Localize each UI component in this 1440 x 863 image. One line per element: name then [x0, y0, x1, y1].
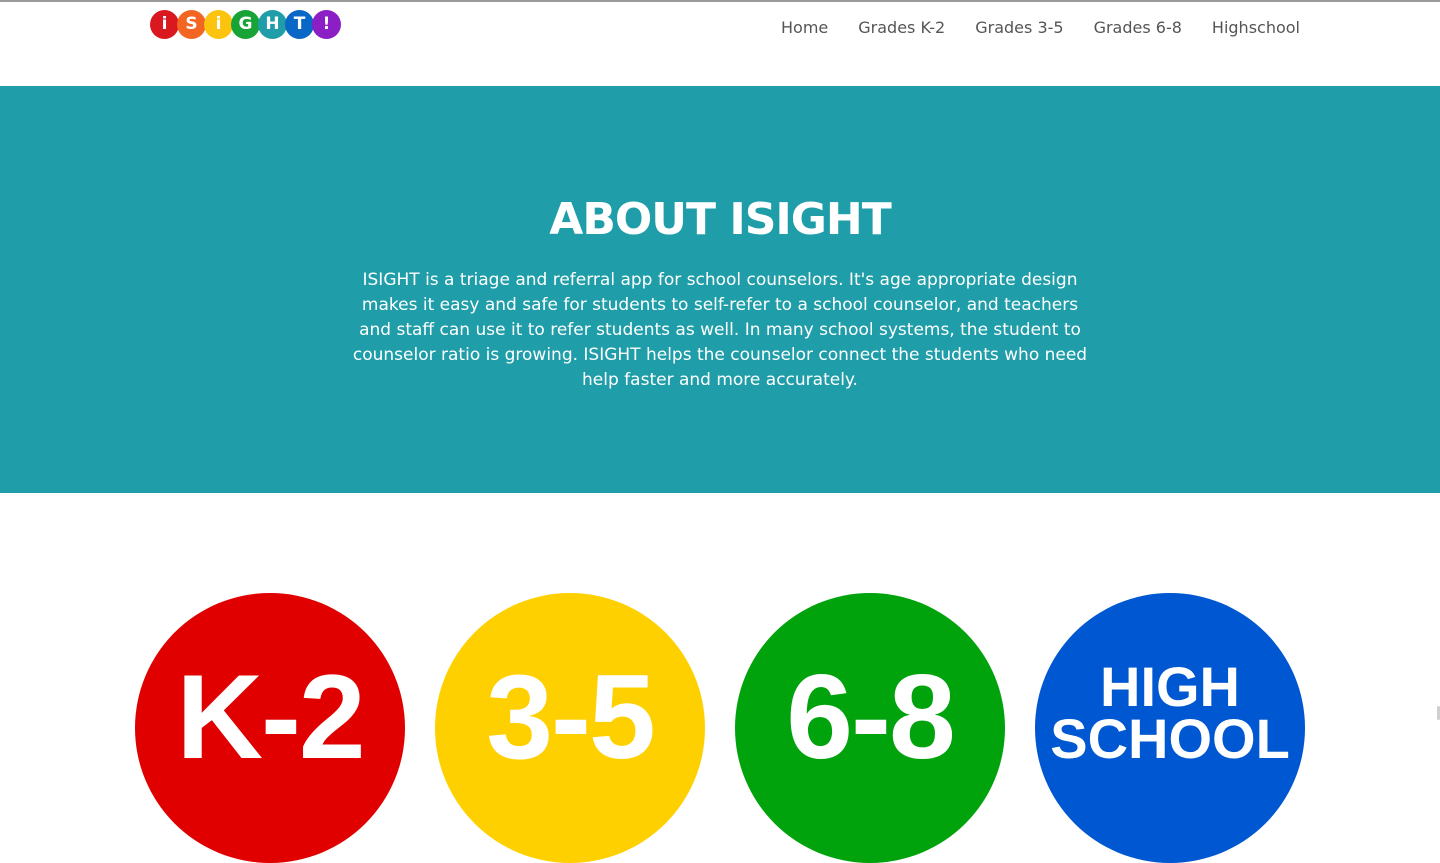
about-hero-section: ABOUT ISIGHT ISIGHT is a triage and refe… [0, 86, 1440, 493]
grade-k-2-label: K-2 [176, 650, 365, 784]
nav-highschool[interactable]: Highschool [1212, 17, 1300, 38]
nav-grades-6-8[interactable]: Grades 6-8 [1094, 17, 1182, 38]
logo-letter: T [285, 10, 314, 39]
logo-letter: S [177, 10, 206, 39]
logo-letter: i [150, 10, 179, 39]
grade-highschool-button[interactable]: HIGH SCHOOL [1035, 593, 1305, 863]
grade-k-2-button[interactable]: K-2 [135, 593, 405, 863]
grade-6-8-button[interactable]: 6-8 [735, 593, 1005, 863]
isight-logo[interactable]: i S i G H T ! [150, 10, 341, 39]
logo-letter: ! [312, 10, 341, 39]
logo-letter: i [204, 10, 233, 39]
about-title: ABOUT ISIGHT [549, 194, 891, 245]
main-nav: Home Grades K-2 Grades 3-5 Grades 6-8 Hi… [781, 17, 1300, 38]
grade-6-8-label: 6-8 [786, 650, 955, 784]
site-header: i S i G H T ! Home Grades K-2 Grades 3-5… [0, 2, 1440, 86]
nav-grades-3-5[interactable]: Grades 3-5 [975, 17, 1063, 38]
grade-3-5-button[interactable]: 3-5 [435, 593, 705, 863]
nav-grades-k-2[interactable]: Grades K-2 [858, 17, 945, 38]
about-description: ISIGHT is a triage and referral app for … [352, 270, 1088, 390]
logo-letter: H [258, 10, 287, 39]
nav-home[interactable]: Home [781, 17, 828, 38]
grade-highschool-label: HIGH SCHOOL [1050, 655, 1290, 770]
logo-letter: G [231, 10, 260, 39]
grade-3-5-label: 3-5 [486, 650, 655, 784]
